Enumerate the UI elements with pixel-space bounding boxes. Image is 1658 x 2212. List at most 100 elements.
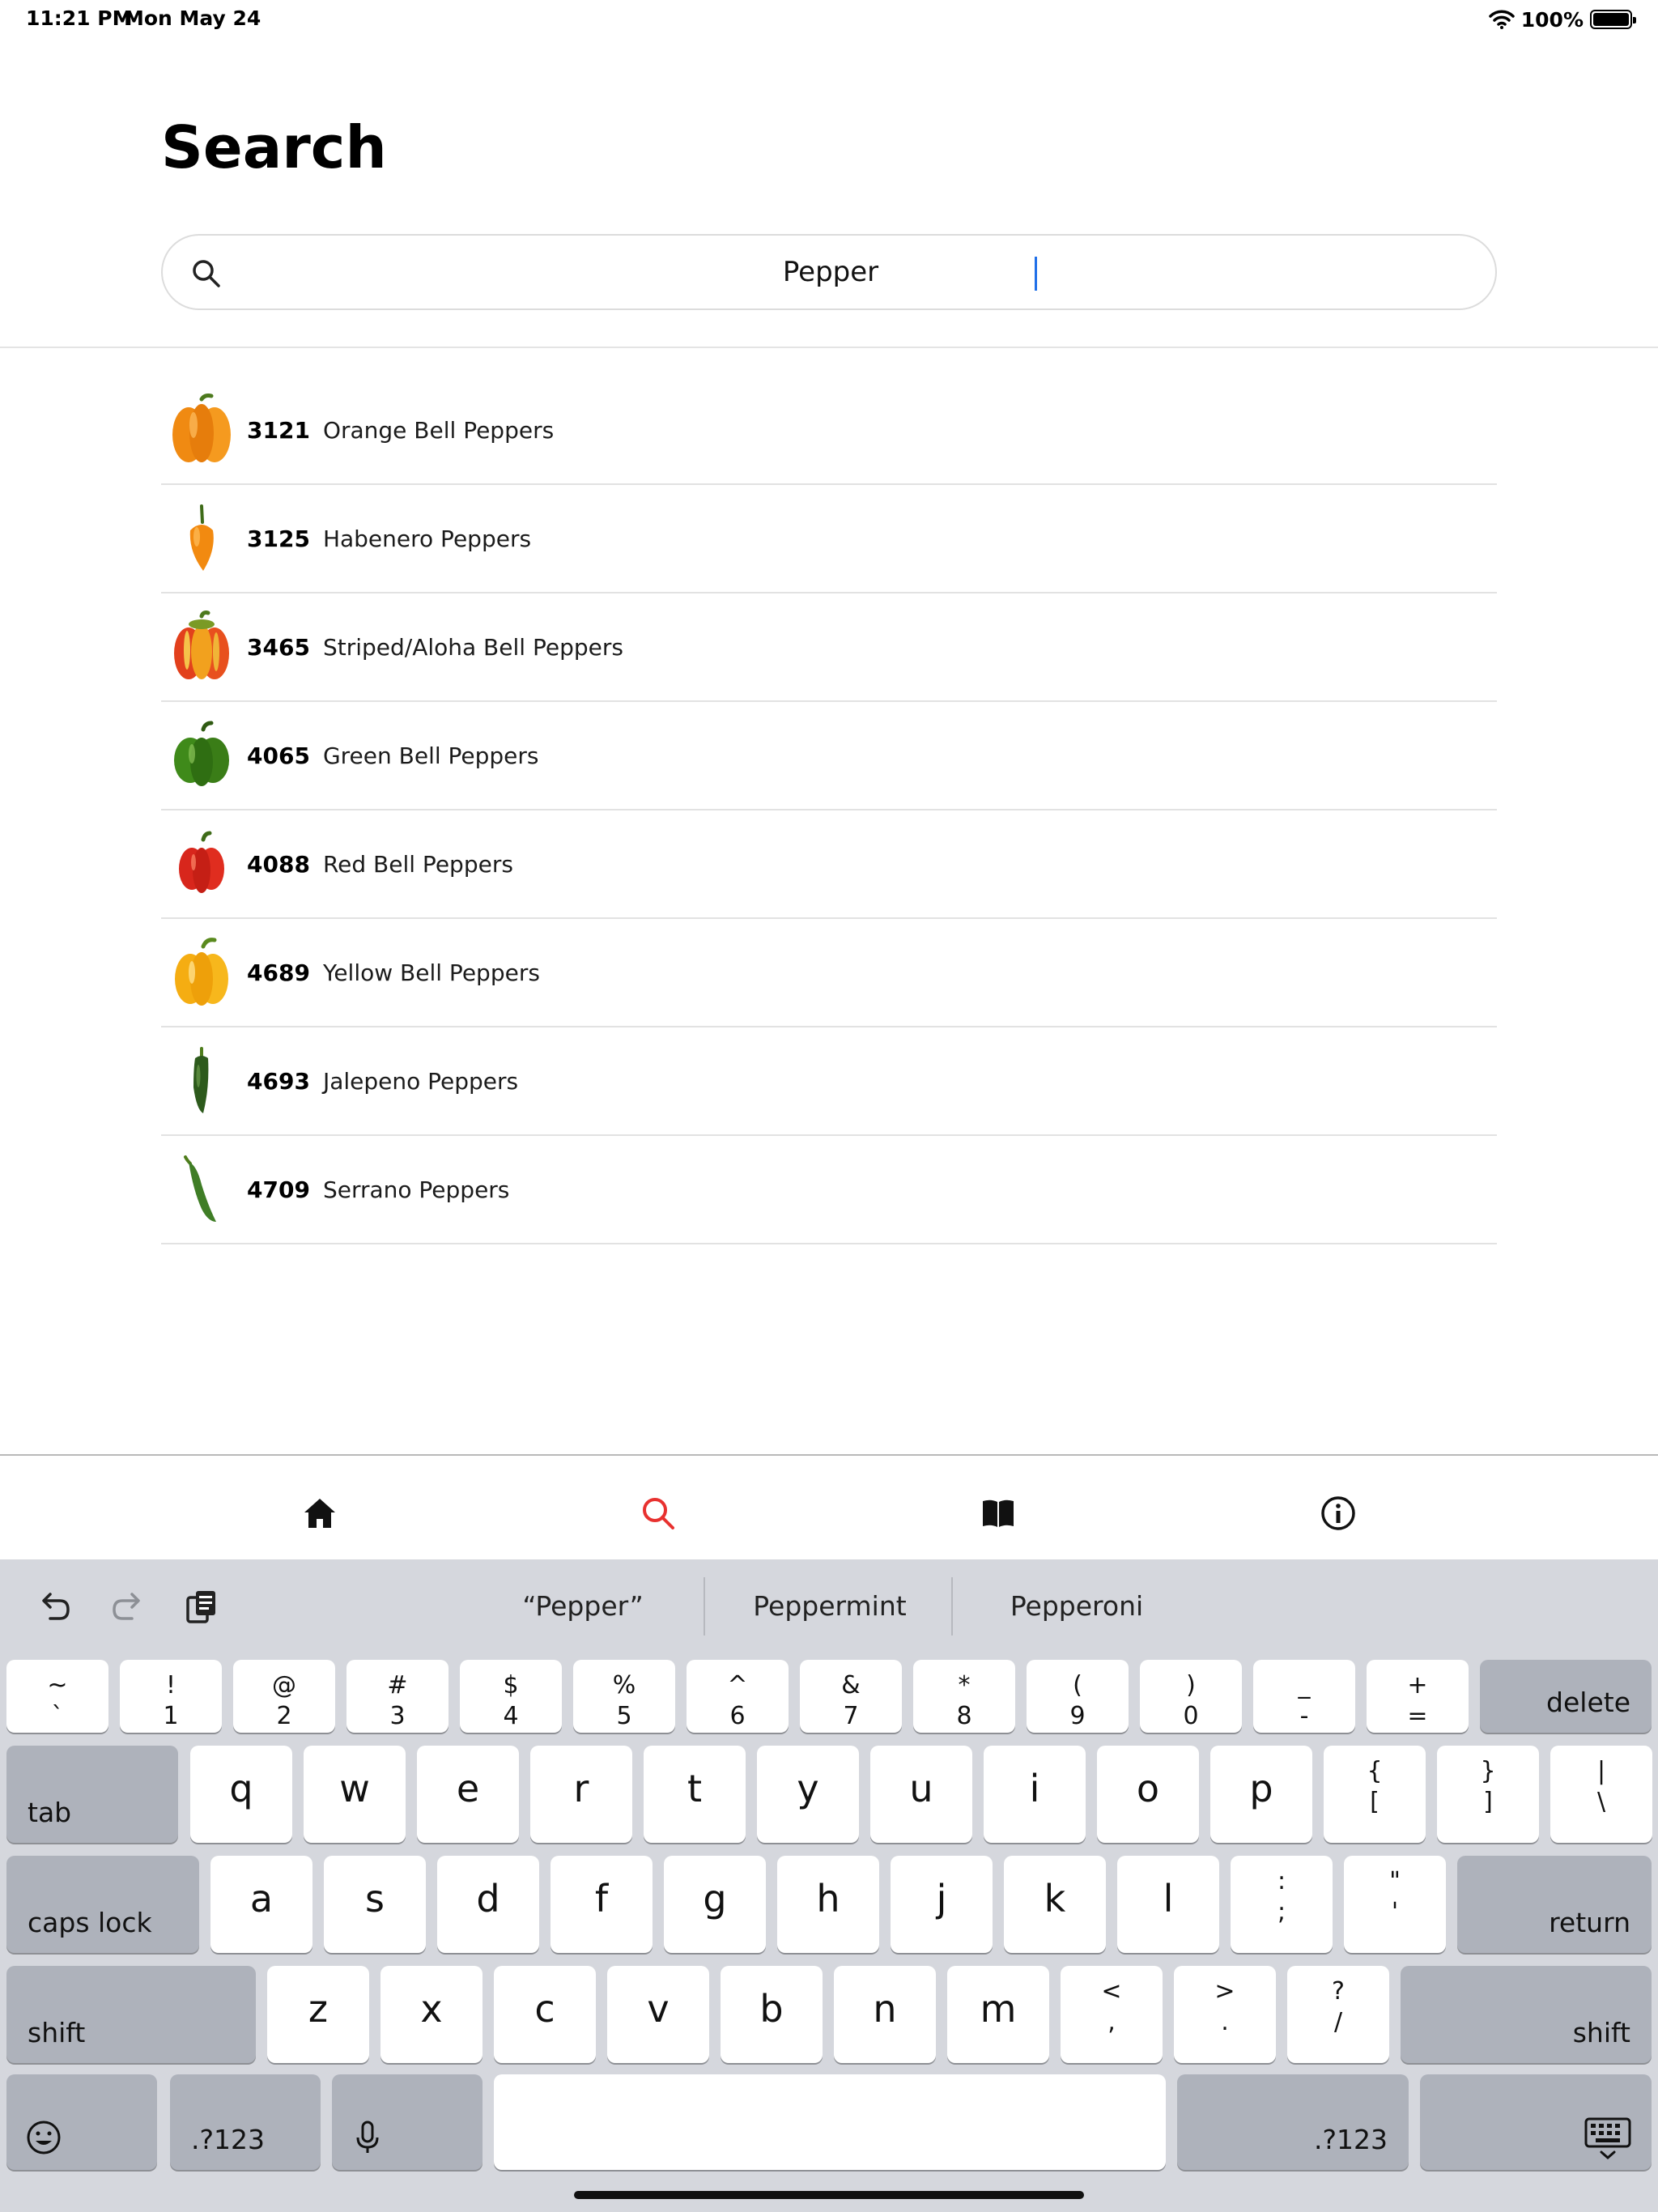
key--[interactable]: _ - bbox=[1253, 1660, 1355, 1733]
result-row[interactable]: 3125 Habenero Peppers bbox=[161, 485, 1497, 593]
key-l[interactable]: l bbox=[1117, 1856, 1219, 1953]
key-f[interactable]: f bbox=[551, 1856, 653, 1953]
key-][interactable]: }] bbox=[1437, 1746, 1539, 1843]
key-[[interactable]: {[ bbox=[1324, 1746, 1426, 1843]
paste-icon[interactable] bbox=[183, 1588, 220, 1625]
delete-key[interactable]: delete bbox=[1480, 1660, 1652, 1733]
result-row[interactable]: 4709 Serrano Peppers bbox=[161, 1136, 1497, 1244]
key-q[interactable]: q bbox=[190, 1746, 292, 1843]
key-1[interactable]: ! 1 bbox=[120, 1660, 222, 1733]
key-8[interactable]: * 8 bbox=[913, 1660, 1015, 1733]
key-`[interactable]: ~ ` bbox=[6, 1660, 108, 1733]
key-label-bottom: 5 bbox=[616, 1702, 632, 1730]
key-d[interactable]: d bbox=[437, 1856, 539, 1953]
dictation-key[interactable] bbox=[332, 2074, 483, 2170]
key-b[interactable]: b bbox=[721, 1966, 823, 2063]
search-icon[interactable] bbox=[640, 1495, 677, 1532]
emoji-key[interactable] bbox=[6, 2074, 157, 2170]
battery-percent: 100% bbox=[1520, 7, 1584, 32]
key-;[interactable]: :; bbox=[1231, 1856, 1333, 1953]
key-o[interactable]: o bbox=[1097, 1746, 1199, 1843]
tab-key[interactable]: tab bbox=[6, 1746, 178, 1843]
hide-keyboard-key[interactable] bbox=[1420, 2074, 1652, 2170]
search-input[interactable] bbox=[244, 236, 1418, 308]
keyboard-shortcut-bar: “Pepper” Peppermint Pepperoni bbox=[0, 1559, 1658, 1648]
result-row[interactable]: 4689 Yellow Bell Peppers bbox=[161, 919, 1497, 1027]
redo-icon[interactable] bbox=[109, 1588, 147, 1625]
key-label-top: } bbox=[1480, 1757, 1496, 1785]
key-label: p bbox=[1249, 1767, 1273, 1810]
result-row[interactable]: 4693 Jalepeno Peppers bbox=[161, 1027, 1497, 1136]
key-6[interactable]: ^ 6 bbox=[687, 1660, 789, 1733]
key-label-bottom: [ bbox=[1370, 1788, 1380, 1816]
key-2[interactable]: @2 bbox=[233, 1660, 335, 1733]
suggestion-item[interactable]: Pepperoni bbox=[955, 1584, 1198, 1629]
keyboard: “Pepper” Peppermint Pepperoni ~ `! 1 @2 #3 $4… bbox=[0, 1559, 1658, 2212]
key-label: o bbox=[1136, 1767, 1160, 1810]
key-w[interactable]: w bbox=[304, 1746, 406, 1843]
key-m[interactable]: m bbox=[947, 1966, 1049, 2063]
key-4[interactable]: $4 bbox=[460, 1660, 562, 1733]
key-c[interactable]: c bbox=[494, 1966, 596, 2063]
caps-lock-key[interactable]: caps lock bbox=[6, 1856, 199, 1953]
result-row[interactable]: 4065 Green Bell Peppers bbox=[161, 702, 1497, 810]
key-j[interactable]: j bbox=[891, 1856, 993, 1953]
key-a[interactable]: a bbox=[210, 1856, 312, 1953]
key-label-bottom: 9 bbox=[1069, 1702, 1086, 1730]
key-g[interactable]: g bbox=[664, 1856, 766, 1953]
return-key[interactable]: return bbox=[1457, 1856, 1652, 1953]
key-=[interactable]: + = bbox=[1367, 1660, 1469, 1733]
numbers-key-left[interactable]: .?123 bbox=[170, 2074, 321, 2170]
key-y[interactable]: y bbox=[757, 1746, 859, 1843]
key-label: c bbox=[534, 1987, 555, 2031]
undo-icon[interactable] bbox=[36, 1588, 73, 1625]
key-.[interactable]: >. bbox=[1174, 1966, 1276, 2063]
key-label-top: _ bbox=[1298, 1671, 1311, 1699]
plu-code: 3121 bbox=[247, 416, 310, 444]
key-k[interactable]: k bbox=[1004, 1856, 1106, 1953]
search-bar[interactable] bbox=[161, 234, 1497, 310]
home-icon[interactable] bbox=[301, 1495, 338, 1532]
key-e[interactable]: e bbox=[417, 1746, 519, 1843]
key-label-top: % bbox=[612, 1671, 636, 1699]
numbers-key-right[interactable]: .?123 bbox=[1177, 2074, 1409, 2170]
key-x[interactable]: x bbox=[380, 1966, 483, 2063]
key-h[interactable]: h bbox=[777, 1856, 879, 1953]
shift-key-right[interactable]: shift bbox=[1401, 1966, 1652, 2063]
suggestion-item[interactable]: “Pepper” bbox=[461, 1584, 704, 1629]
key-t[interactable]: t bbox=[644, 1746, 746, 1843]
key-label-bottom: - bbox=[1299, 1702, 1309, 1730]
key-/[interactable]: ? / bbox=[1287, 1966, 1389, 2063]
key-v[interactable]: v bbox=[607, 1966, 709, 2063]
result-row[interactable]: 3465 Striped/Aloha Bell Peppers bbox=[161, 593, 1497, 702]
green-bell-pepper-image bbox=[164, 715, 239, 796]
tab-bar bbox=[0, 1454, 1658, 1559]
result-row[interactable]: 4088 Red Bell Peppers bbox=[161, 810, 1497, 919]
key-5[interactable]: % 5 bbox=[573, 1660, 675, 1733]
key-z[interactable]: z bbox=[267, 1966, 369, 2063]
key-u[interactable]: u bbox=[870, 1746, 972, 1843]
key-3[interactable]: #3 bbox=[346, 1660, 449, 1733]
space-key[interactable] bbox=[494, 2074, 1166, 2170]
key-i[interactable]: i bbox=[984, 1746, 1086, 1843]
shift-key-left[interactable]: shift bbox=[6, 1966, 256, 2063]
key-r[interactable]: r bbox=[530, 1746, 632, 1843]
key-label-top: > bbox=[1214, 1977, 1235, 2006]
result-row[interactable]: 3121 Orange Bell Peppers bbox=[161, 376, 1497, 485]
key-0[interactable]: ) 0 bbox=[1140, 1660, 1242, 1733]
book-icon[interactable] bbox=[980, 1495, 1017, 1532]
key-s[interactable]: s bbox=[324, 1856, 426, 1953]
key-'[interactable]: " ' bbox=[1344, 1856, 1446, 1953]
key-label: j bbox=[936, 1877, 947, 1921]
product-name: Striped/Aloha Bell Peppers bbox=[322, 633, 623, 661]
plu-code: 4693 bbox=[247, 1067, 310, 1095]
key-n[interactable]: n bbox=[834, 1966, 936, 2063]
serrano-pepper-image bbox=[164, 1149, 239, 1230]
key-\[interactable]: | \ bbox=[1550, 1746, 1652, 1843]
key-,[interactable]: <, bbox=[1061, 1966, 1163, 2063]
suggestion-item[interactable]: Peppermint bbox=[708, 1584, 951, 1629]
key-7[interactable]: & 7 bbox=[800, 1660, 902, 1733]
key-9[interactable]: (9 bbox=[1027, 1660, 1129, 1733]
key-p[interactable]: p bbox=[1210, 1746, 1312, 1843]
info-icon[interactable] bbox=[1320, 1495, 1357, 1532]
